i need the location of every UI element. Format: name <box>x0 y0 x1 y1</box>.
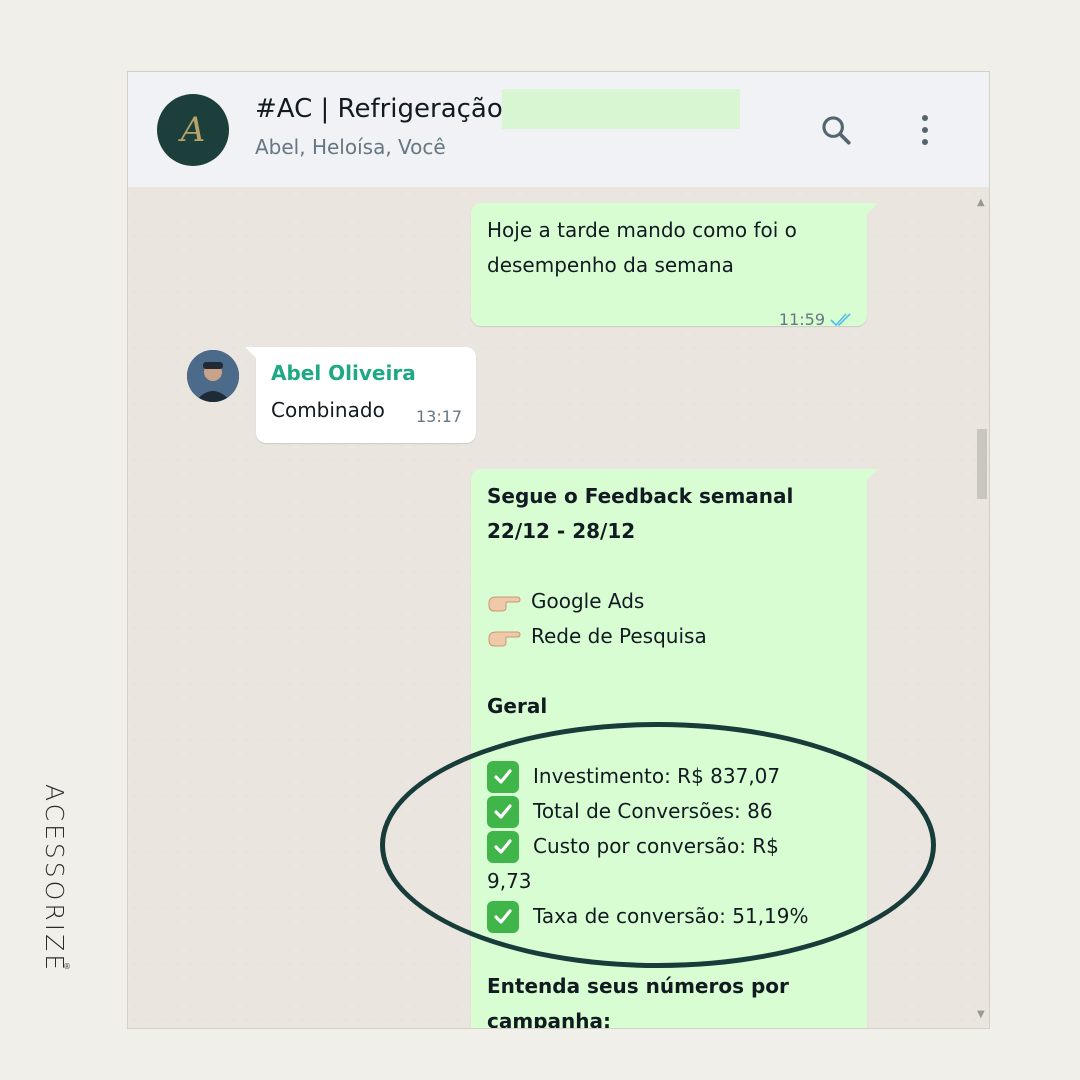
report-bullet: Google Ads <box>487 584 847 619</box>
scroll-thumb[interactable] <box>977 429 987 499</box>
report-dates: 22/12 - 28/12 <box>487 519 636 543</box>
check-mark-icon <box>487 795 519 828</box>
bubble-tail <box>866 203 878 215</box>
metric-text: Taxa de conversão: 51,19% <box>533 904 809 928</box>
message-outgoing-report[interactable]: Segue o Feedback semanal 22/12 - 28/12 G… <box>471 469 878 1029</box>
person-photo <box>187 350 239 402</box>
brand-watermark: ACESSORIZE <box>40 784 80 974</box>
search-icon <box>822 116 851 145</box>
message-list[interactable]: Hoje a tarde mando como foi o desempenho… <box>128 187 989 1029</box>
brand-name: ACESSORIZE <box>40 784 69 973</box>
bullet-text: Rede de Pesquisa <box>531 624 707 648</box>
chat-window: A #AC | Refrigeração C Abel, Heloísa, Vo… <box>127 71 990 1029</box>
chat-participants: Abel, Heloísa, Você <box>255 135 446 159</box>
search-button[interactable] <box>814 108 858 152</box>
report-bullet: Rede de Pesquisa <box>487 619 847 654</box>
metric-text: Custo por conversão: R$ <box>533 834 779 858</box>
scroll-down-arrow[interactable]: ▼ <box>977 1009 985 1020</box>
report-body: Segue o Feedback semanal 22/12 - 28/12 G… <box>487 479 847 1029</box>
scroll-up-arrow[interactable]: ▲ <box>977 197 985 208</box>
message-incoming[interactable]: Abel Oliveira Combinado 13:17 <box>245 347 476 443</box>
sender-avatar[interactable] <box>187 350 239 402</box>
more-vertical-icon <box>922 115 928 145</box>
message-meta: 11:59 <box>779 310 855 330</box>
message-time: 11:59 <box>778 310 825 329</box>
message-outgoing[interactable]: Hoje a tarde mando como foi o desempenho… <box>471 203 878 329</box>
report-title: Segue o Feedback semanal <box>487 484 794 508</box>
brand-registered-mark: ® <box>63 962 71 971</box>
menu-button[interactable] <box>903 108 947 152</box>
metric-text: Total de Conversões: 86 <box>533 799 773 823</box>
scrollbar[interactable]: ▲ ▼ <box>973 187 989 1028</box>
pointing-hand-icon <box>487 591 523 613</box>
pointing-hand-icon <box>487 626 523 648</box>
check-mark-icon <box>487 830 519 863</box>
group-avatar[interactable]: A <box>157 94 229 166</box>
bubble-tail <box>866 469 878 481</box>
metric-item: Taxa de conversão: 51,19% <box>487 899 847 934</box>
metric-item: Custo por conversão: R$ <box>487 829 847 864</box>
message-time: 13:17 <box>416 407 463 426</box>
sender-name[interactable]: Abel Oliveira <box>271 360 416 386</box>
message-text: Combinado <box>271 398 385 422</box>
chat-title[interactable]: #AC | Refrigeração C <box>255 94 529 124</box>
group-avatar-logo: A <box>180 110 206 150</box>
chat-header: A #AC | Refrigeração C Abel, Heloísa, Vo… <box>128 72 989 187</box>
double-check-icon <box>830 313 851 327</box>
check-mark-icon <box>487 900 519 933</box>
section-heading: Geral <box>487 694 548 718</box>
metric-text: Investimento: R$ 837,07 <box>533 764 781 788</box>
section-heading: campanha: <box>487 1009 611 1029</box>
check-mark-icon <box>487 760 519 793</box>
redaction-block <box>502 89 740 129</box>
message-text: Hoje a tarde mando como foi o desempenho… <box>487 218 797 277</box>
metric-item: Total de Conversões: 86 <box>487 794 847 829</box>
metric-item: Investimento: R$ 837,07 <box>487 759 847 794</box>
bullet-text: Google Ads <box>531 589 645 613</box>
section-heading: Entenda seus números por <box>487 974 789 998</box>
bubble-tail <box>245 347 257 359</box>
metric-item-continued: 9,73 <box>487 869 532 893</box>
